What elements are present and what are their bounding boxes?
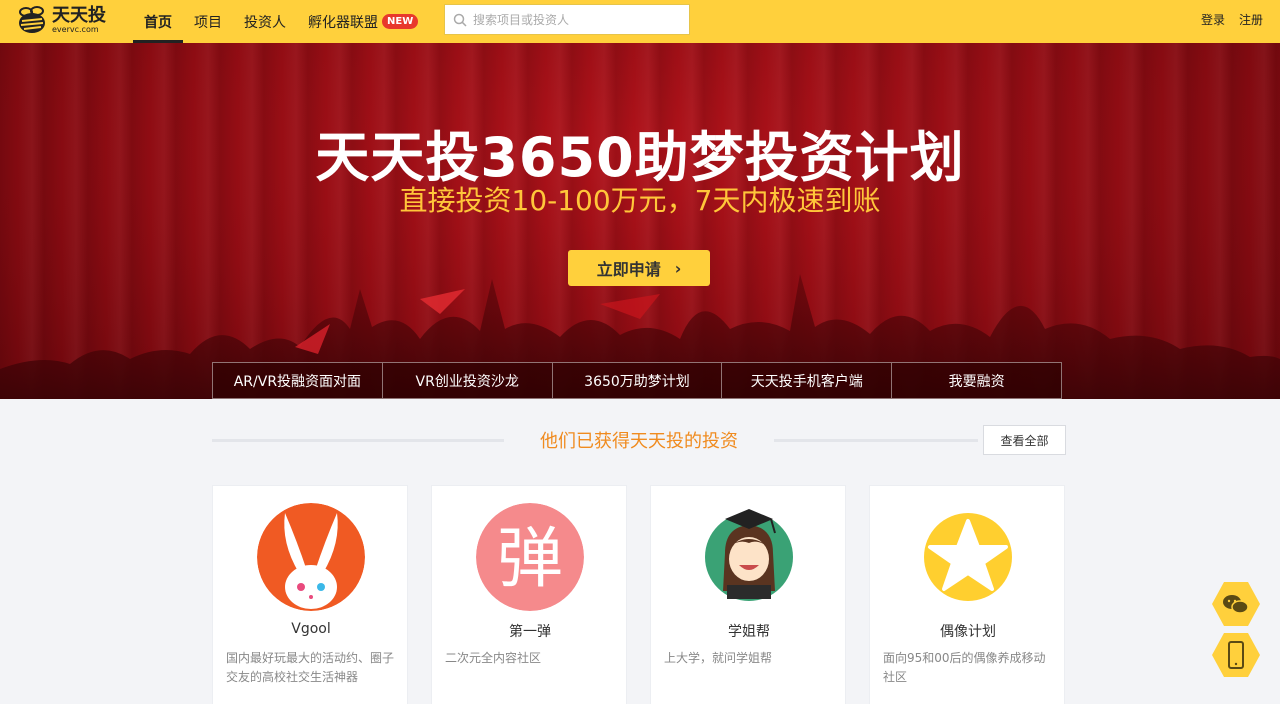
nav-home-label: 首页 bbox=[144, 14, 172, 31]
nav-projects[interactable]: 项目 bbox=[183, 0, 233, 43]
nav-incubator-label: 孵化器联盟 bbox=[308, 14, 378, 31]
new-badge: NEW bbox=[382, 14, 419, 29]
banner-tabs: AR/VR投融资面对面 VR创业投资沙龙 3650万助梦计划 天天投手机客户端 … bbox=[212, 362, 1062, 399]
section-title: 他们已获得天天投的投资 bbox=[540, 431, 738, 452]
banner-tab-ar-vr[interactable]: AR/VR投融资面对面 bbox=[212, 362, 382, 399]
apply-now-label: 立即申请 bbox=[596, 260, 661, 279]
site-logo[interactable]: 天天投 evervc.com bbox=[16, 4, 106, 36]
apply-now-button[interactable]: 立即申请 › bbox=[568, 250, 710, 286]
auth-links: 登录 注册 bbox=[1201, 0, 1263, 38]
card-description: 二次元全内容社区 bbox=[445, 651, 542, 665]
wechat-float-button[interactable] bbox=[1211, 580, 1261, 628]
logo-text: 天天投 bbox=[52, 4, 106, 26]
bee-logo-icon bbox=[19, 6, 45, 33]
card-title: 第一弹 bbox=[509, 624, 551, 640]
banner-tab-3650-plan[interactable]: 3650万助梦计划 bbox=[551, 362, 722, 399]
banner-tab-vr-salon[interactable]: VR创业投资沙龙 bbox=[381, 362, 552, 399]
card-title: Vgool bbox=[291, 621, 331, 637]
nav-projects-label: 项目 bbox=[194, 14, 222, 31]
graduate-girl-logo-icon bbox=[705, 509, 793, 601]
card-title: 学姐帮 bbox=[728, 624, 770, 640]
star-logo-icon bbox=[924, 513, 1012, 601]
rabbit-logo-icon bbox=[257, 503, 365, 611]
project-card-idol-plan[interactable]: 偶像计划 面向95和00后的偶像养成移动社区 bbox=[869, 485, 1065, 704]
card-description: 国内最好玩最大的活动约、圈子交友的高校社交生活神器 bbox=[226, 651, 395, 684]
banner-tab-mobile-client[interactable]: 天天投手机客户端 bbox=[721, 362, 892, 399]
nav-investors-label: 投资人 bbox=[244, 14, 286, 31]
nav-incubator-alliance[interactable]: 孵化器联盟 NEW bbox=[297, 0, 429, 43]
main-nav: 首页 项目 投资人 孵化器联盟 NEW bbox=[133, 0, 429, 43]
login-link[interactable]: 登录 bbox=[1201, 11, 1225, 28]
svg-text:弹: 弹 bbox=[497, 520, 563, 597]
project-card-diyidan[interactable]: 弹 第一弹 二次元全内容社区 bbox=[431, 485, 627, 704]
card-title: 偶像计划 bbox=[940, 624, 996, 640]
card-description: 上大学，就问学姐帮 bbox=[664, 651, 773, 665]
banner-subtitle: 直接投资10-100万元，7天内极速到账 bbox=[399, 184, 881, 217]
invested-section-header: 他们已获得天天投的投资 查看全部 bbox=[212, 425, 1066, 455]
card-description: 面向95和00后的偶像养成移动社区 bbox=[883, 651, 1046, 684]
hero-banner: 天天投3650助梦投资计划 直接投资10-100万元，7天内极速到账 立即申请 … bbox=[0, 43, 1280, 399]
project-card-xuejiebang[interactable]: 学姐帮 上大学，就问学姐帮 bbox=[650, 485, 846, 704]
chevron-right-icon: › bbox=[674, 258, 682, 278]
banner-tab-raise-funds[interactable]: 我要融资 bbox=[891, 362, 1062, 399]
nav-investors[interactable]: 投资人 bbox=[233, 0, 297, 43]
search-icon bbox=[453, 13, 467, 27]
project-card-vgool[interactable]: Vgool 国内最好玩最大的活动约、圈子交友的高校社交生活神器 bbox=[212, 485, 408, 704]
mobile-float-button[interactable] bbox=[1211, 631, 1261, 679]
register-link[interactable]: 注册 bbox=[1239, 11, 1263, 28]
logo-domain: evervc.com bbox=[52, 24, 99, 34]
search-input[interactable] bbox=[473, 12, 673, 27]
project-cards: Vgool 国内最好玩最大的活动约、圈子交友的高校社交生活神器 弹 第一弹 二次… bbox=[212, 485, 1066, 704]
dan-logo-icon: 弹 bbox=[476, 503, 584, 611]
view-all-button[interactable]: 查看全部 bbox=[983, 425, 1066, 455]
nav-home[interactable]: 首页 bbox=[133, 0, 183, 43]
top-header: 天天投 evervc.com 首页 项目 投资人 孵化器联盟 NEW 登录 注册 bbox=[0, 0, 1280, 43]
search-box[interactable] bbox=[444, 4, 690, 35]
